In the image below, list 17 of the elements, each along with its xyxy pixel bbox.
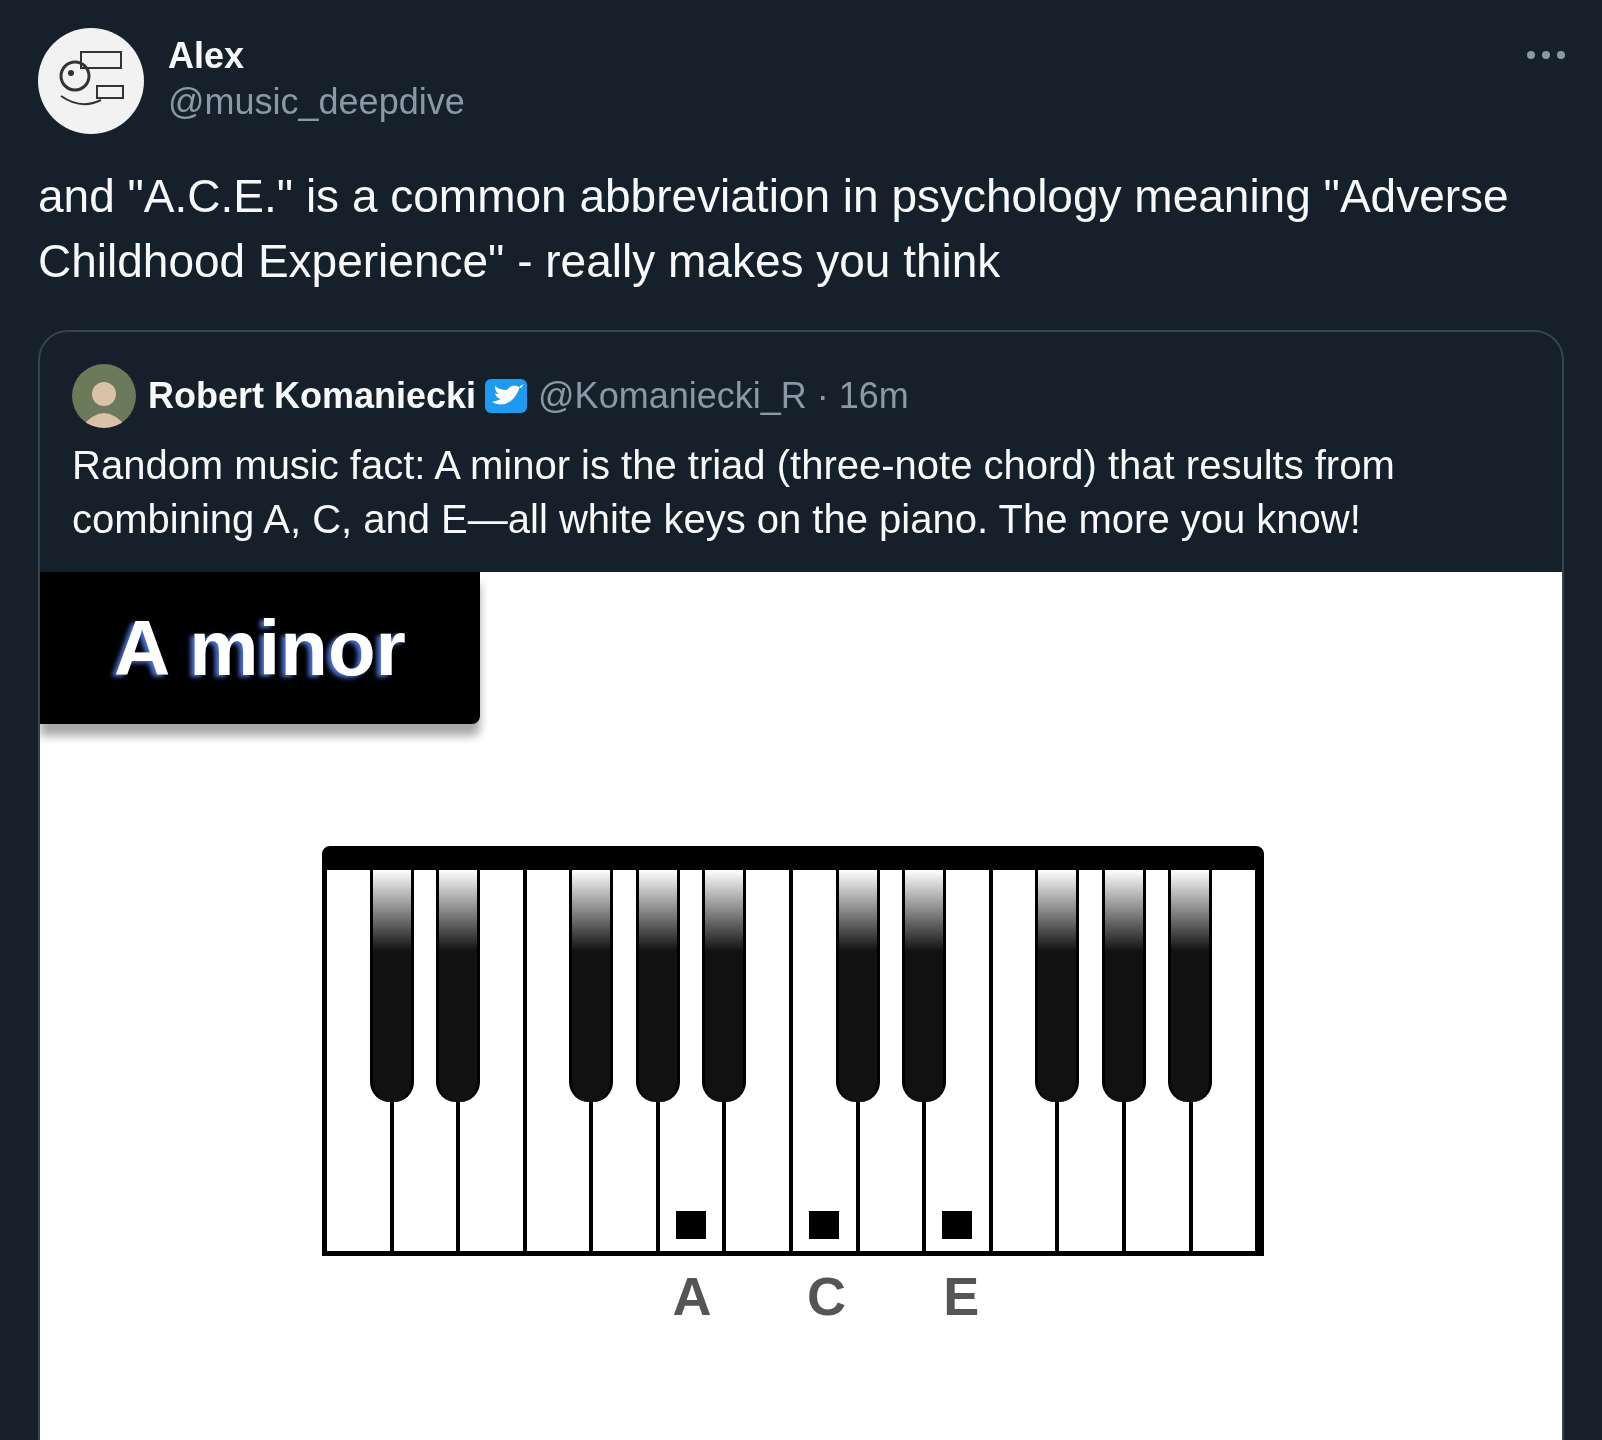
key-marker xyxy=(676,1211,707,1239)
key-marker xyxy=(809,1211,840,1239)
tweet-text: and "A.C.E." is a common abbreviation in psychology meaning "Adverse Childhood Experience" - really makes you think xyxy=(37,169,1510,289)
note-label: A xyxy=(672,1265,712,1328)
author-handle[interactable]: @music_deepdive xyxy=(168,78,465,126)
chord-title: A minor xyxy=(114,602,406,694)
note-label: E xyxy=(943,1265,980,1328)
separator: · xyxy=(816,374,829,418)
quoted-author-handle[interactable]: @Komaniecki_R xyxy=(538,369,807,423)
quoted-text: Random music fact: A minor is the triad (three-note chord) that results from combining A, C, and E—all white keys on the piano. The more you know! xyxy=(71,442,1396,543)
quoted-author-name[interactable]: Robert Komaniecki xyxy=(148,369,477,423)
note-label: C xyxy=(807,1265,847,1328)
quoted-tweet[interactable]: Robert Komaniecki @Komaniecki_R · 16m Random music fact: A minor is the triad (three-note chord) that results from combining A, C, and E—all white keys on the piano. The more you know! A minor A C E xyxy=(38,330,1564,1440)
author-name[interactable]: Alex xyxy=(168,34,465,78)
timestamp[interactable]: 16m xyxy=(838,369,909,423)
more-icon[interactable] xyxy=(1526,50,1566,60)
key-marker xyxy=(942,1211,973,1239)
